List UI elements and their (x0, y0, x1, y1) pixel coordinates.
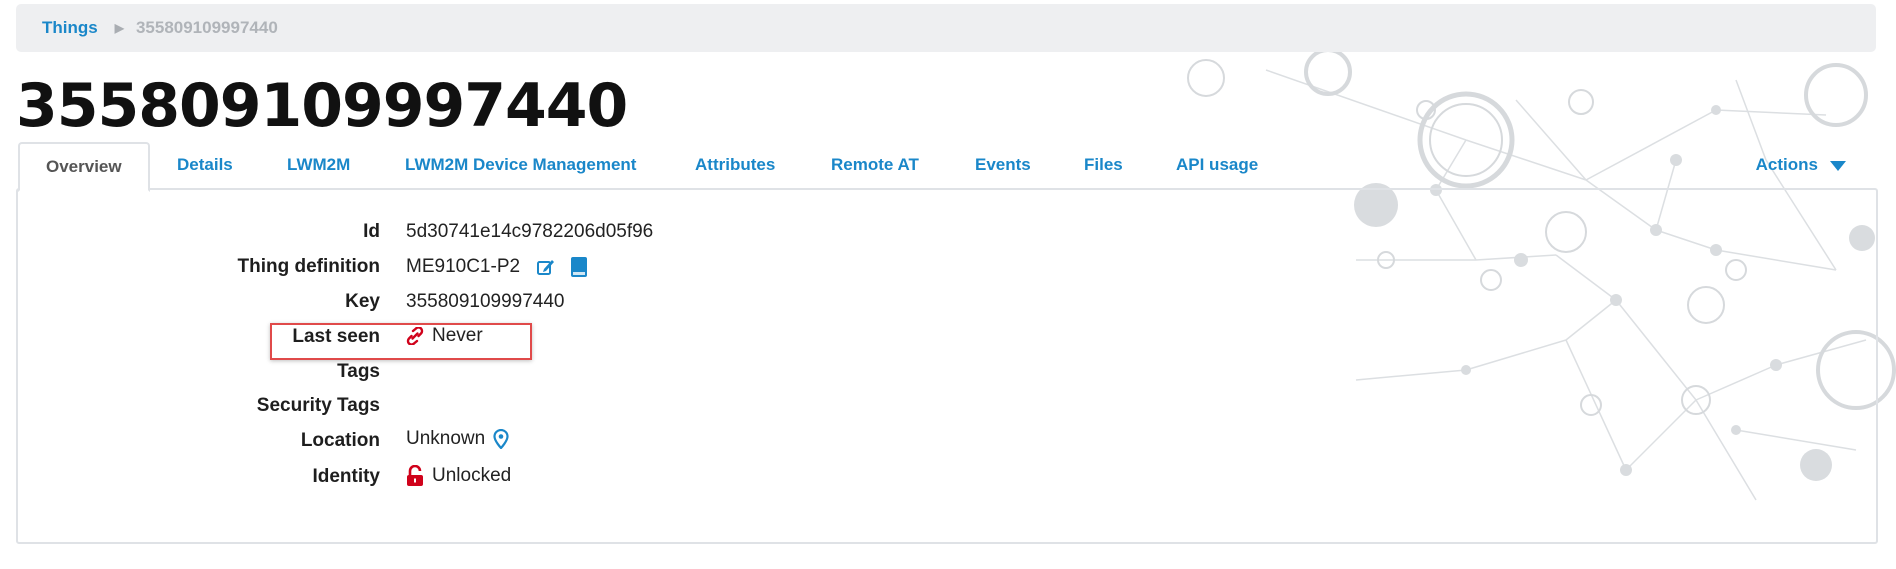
field-label-tags: Tags (337, 361, 380, 382)
actions-label: Actions (1755, 155, 1818, 174)
field-value-location: Unknown (406, 428, 509, 450)
identity-value: Unlocked (432, 465, 512, 486)
tab-attributes[interactable]: Attributes (695, 142, 775, 188)
book-icon[interactable] (570, 256, 588, 278)
tab-lwm2m-device-management[interactable]: LWM2M Device Management (405, 142, 636, 188)
id-value: 5d30741e14c9782206d05f96 (406, 221, 654, 242)
field-value-id: 5d30741e14c9782206d05f96 (406, 221, 653, 243)
thing-definition-value: ME910C1-P2 (406, 256, 521, 277)
breadcrumb-separator-icon: ▶ (114, 21, 124, 35)
field-label-id: Id (363, 221, 380, 242)
tab-details[interactable]: Details (177, 142, 233, 188)
tab-files[interactable]: Files (1084, 142, 1123, 188)
tab-api-usage[interactable]: API usage (1176, 142, 1258, 188)
location-value: Unknown (406, 428, 486, 449)
tab-lwm2m[interactable]: LWM2M (287, 142, 350, 188)
field-label-location: Location (300, 430, 380, 451)
field-label-identity: Identity (312, 466, 380, 487)
field-value-key: 355809109997440 (406, 291, 565, 313)
key-value: 355809109997440 (406, 291, 565, 312)
page-title: 355809109997440 (16, 71, 628, 141)
caret-down-icon (1830, 160, 1846, 171)
field-label-security-tags: Security Tags (256, 395, 380, 416)
field-value-identity: Unlocked (406, 465, 511, 487)
tab-remote-at[interactable]: Remote AT (831, 142, 919, 188)
unlock-icon (406, 465, 424, 487)
tab-overview[interactable]: Overview (18, 142, 150, 192)
breadcrumb: Things ▶ 355809109997440 (16, 4, 1876, 52)
map-pin-icon[interactable] (493, 429, 509, 449)
field-label-key: Key (345, 291, 380, 312)
last-seen-highlight-box (270, 323, 532, 360)
field-label-thing-definition: Thing definition (237, 256, 380, 277)
edit-icon[interactable] (536, 257, 556, 277)
breadcrumb-current: 355809109997440 (135, 18, 278, 37)
breadcrumb-link-things[interactable]: Things (42, 18, 98, 38)
tab-events[interactable]: Events (975, 142, 1031, 188)
actions-dropdown[interactable]: Actions (1756, 142, 1846, 188)
field-value-thing-definition: ME910C1-P2 (406, 256, 588, 278)
tab-bar: Overview Details LWM2M LWM2M Device Mana… (18, 142, 1876, 192)
